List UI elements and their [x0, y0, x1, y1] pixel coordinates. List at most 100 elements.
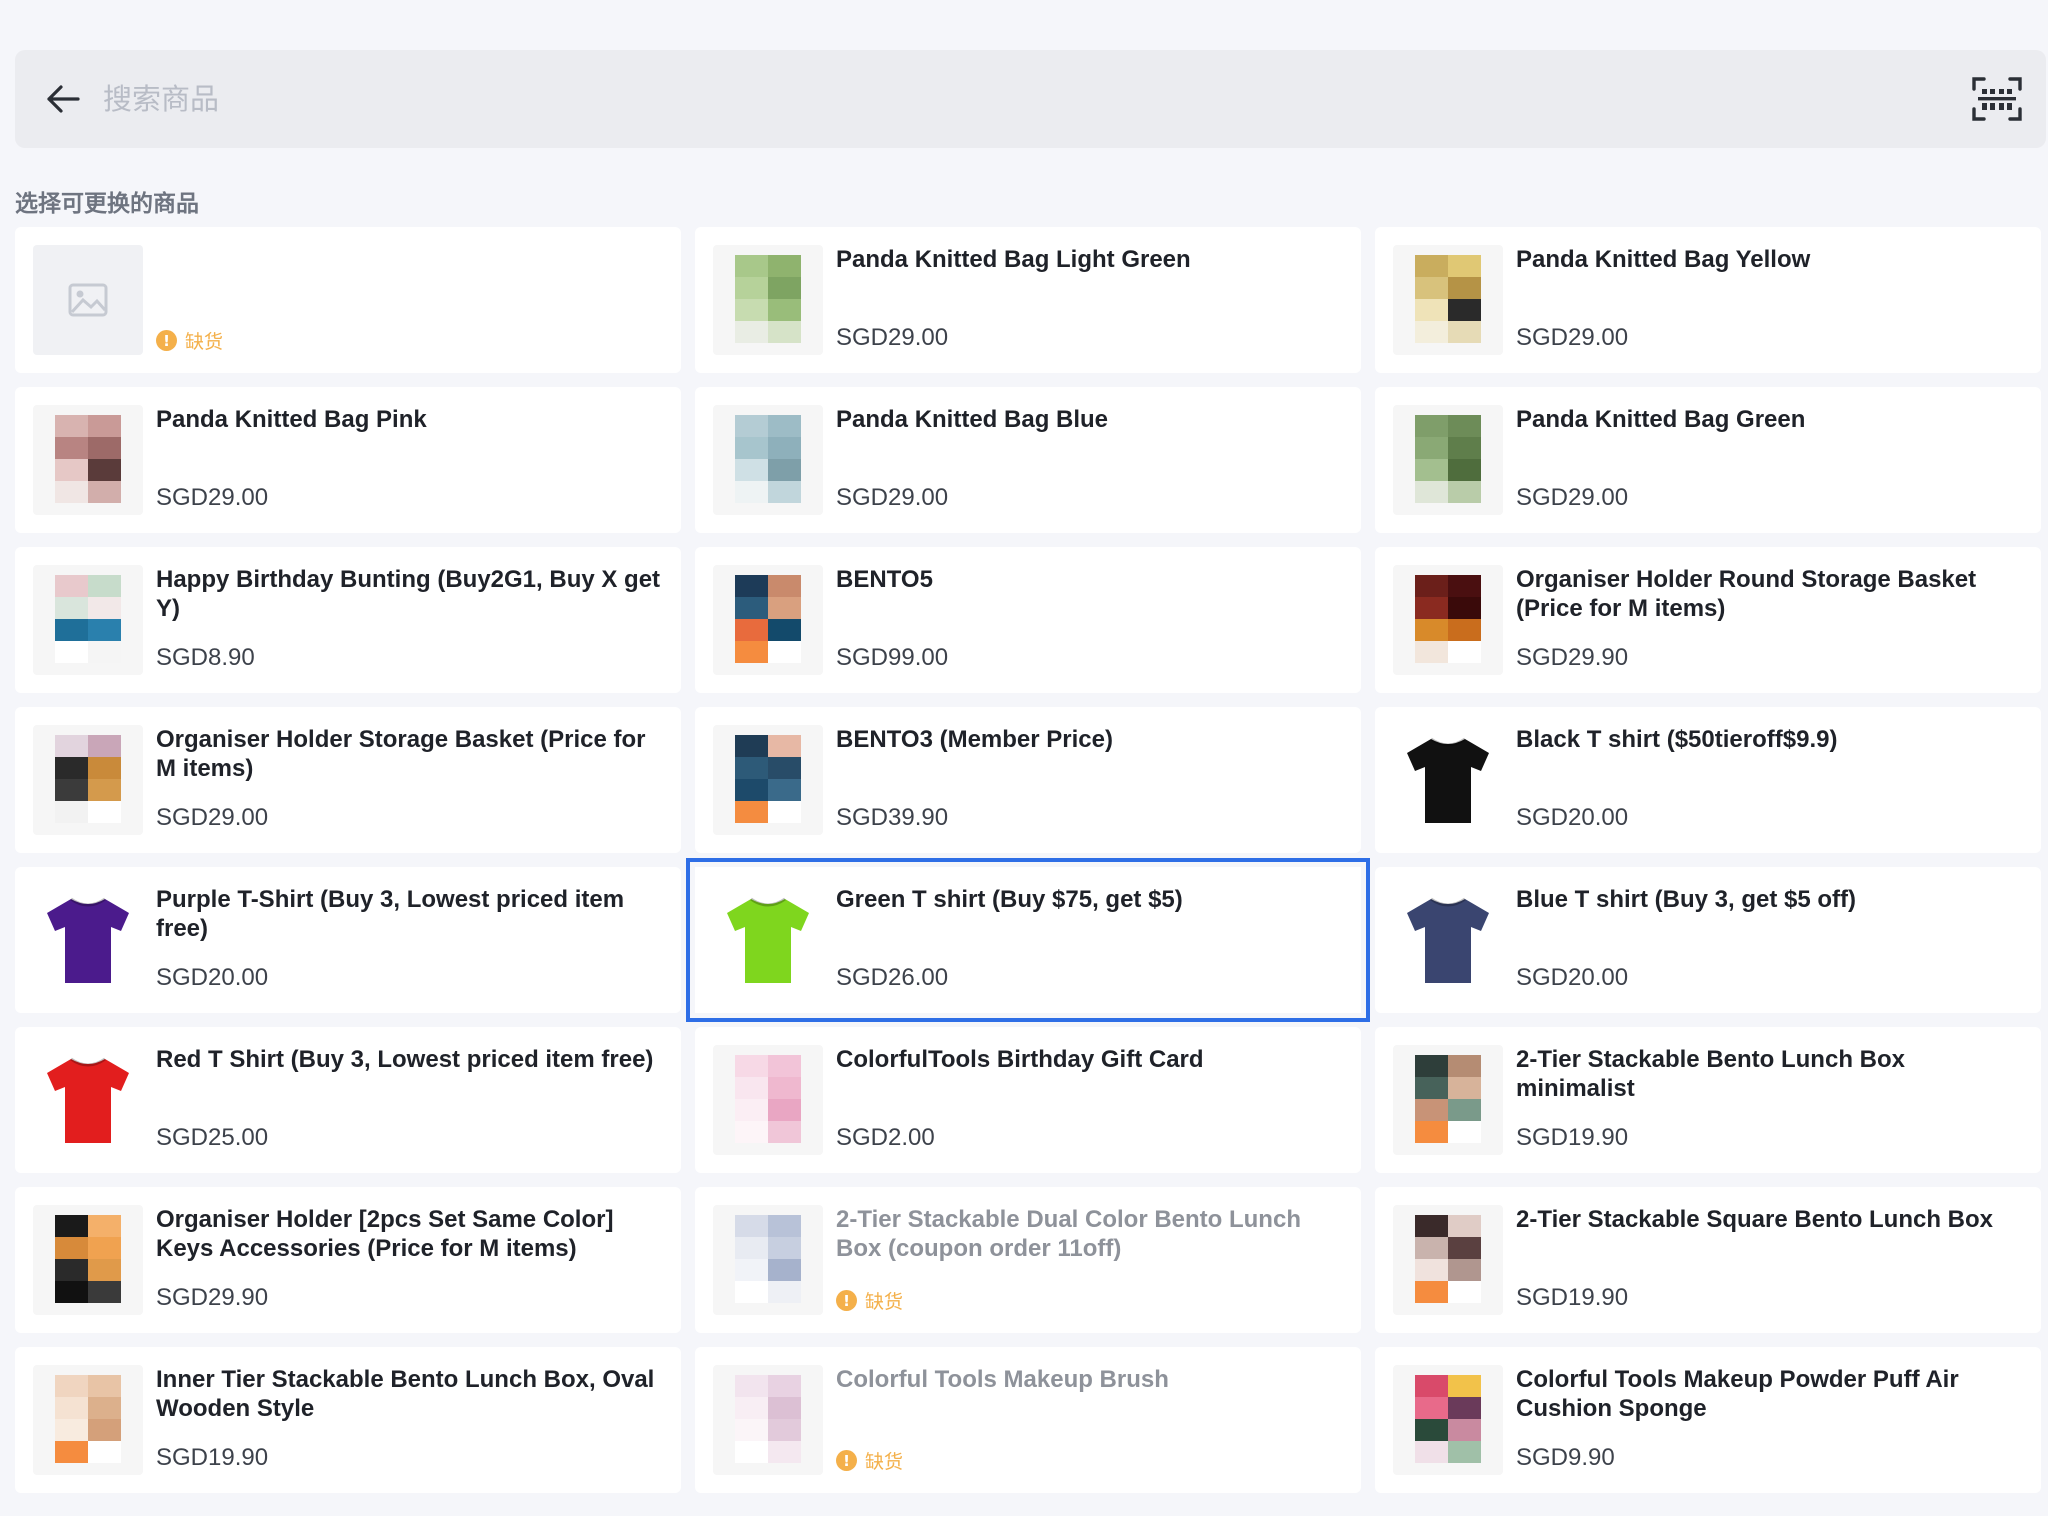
product-image — [735, 255, 801, 343]
product-image — [735, 735, 801, 823]
product-price: SGD29.00 — [1516, 324, 1629, 351]
product-name: Blue T shirt (Buy 3, get $5 off) — [1516, 886, 1857, 913]
product-price: SGD19.90 — [1516, 1124, 1629, 1151]
product-card[interactable]: Purple T-Shirt (Buy 3, Lowest priced ite… — [15, 867, 681, 1013]
product-thumbnail — [713, 245, 823, 355]
product-thumbnail — [33, 245, 143, 355]
product-image — [735, 1215, 801, 1303]
product-name: BENTO3 (Member Price) — [836, 726, 1113, 753]
product-thumbnail — [1393, 405, 1503, 515]
product-image — [735, 1375, 801, 1463]
product-name: Panda Knitted Bag Blue — [836, 406, 1109, 433]
product-thumbnail — [713, 565, 823, 675]
product-card[interactable]: ! 缺货 — [15, 227, 681, 373]
product-card[interactable]: Organiser Holder Round Storage Basket (P… — [1375, 547, 2041, 693]
product-card[interactable]: Colorful Tools Makeup Brush! 缺货 — [695, 1347, 1361, 1493]
search-input[interactable] — [101, 68, 1970, 130]
out-of-stock-label: 缺货 — [865, 1451, 904, 1473]
product-thumbnail — [33, 565, 143, 675]
tshirt-icon — [1407, 737, 1489, 823]
warning-icon: ! — [836, 1290, 857, 1311]
product-thumbnail — [33, 405, 143, 515]
product-name: Organiser Holder Storage Basket (Price f… — [156, 726, 646, 782]
product-card[interactable]: BENTO5 SGD99.00 — [695, 547, 1361, 693]
product-price: SGD26.00 — [836, 964, 949, 991]
product-name: Red T Shirt (Buy 3, Lowest priced item f… — [156, 1046, 654, 1073]
product-name: BENTO5 — [836, 566, 933, 593]
product-price: SGD20.00 — [1516, 964, 1629, 991]
product-thumbnail — [33, 725, 143, 835]
product-thumbnail — [1393, 1365, 1503, 1475]
product-thumbnail — [33, 1045, 143, 1155]
product-card[interactable]: Panda Knitted Bag Green SGD29.00 — [1375, 387, 2041, 533]
product-thumbnail — [33, 1365, 143, 1475]
product-price: SGD29.00 — [1516, 484, 1629, 511]
product-card[interactable]: Happy Birthday Bunting (Buy2G1, Buy X ge… — [15, 547, 681, 693]
product-thumbnail — [1393, 1205, 1503, 1315]
product-card[interactable]: 2-Tier Stackable Dual Color Bento Lunch … — [695, 1187, 1361, 1333]
product-card[interactable]: 2-Tier Stackable Square Bento Lunch Box S… — [1375, 1187, 2041, 1333]
product-image — [1415, 575, 1481, 663]
back-button[interactable] — [43, 79, 83, 119]
product-name: Purple T-Shirt (Buy 3, Lowest priced ite… — [156, 886, 625, 942]
product-card[interactable]: Panda Knitted Bag Yellow SGD29.00 — [1375, 227, 2041, 373]
product-card[interactable]: Blue T shirt (Buy 3, get $5 off) SGD20.00 — [1375, 867, 2041, 1013]
product-name: Panda Knitted Bag Yellow — [1516, 246, 1811, 273]
product-thumbnail — [1393, 245, 1503, 355]
tshirt-icon — [727, 897, 809, 983]
tshirt-icon — [47, 1057, 129, 1143]
product-image — [55, 575, 121, 663]
product-price: SGD29.00 — [156, 484, 269, 511]
product-card[interactable]: Inner Tier Stackable Bento Lunch Box, Ov… — [15, 1347, 681, 1493]
product-name: ColorfulTools Birthday Gift Card — [836, 1046, 1204, 1073]
section-title: 选择可更换的商品 — [15, 191, 199, 217]
product-price: SGD99.00 — [836, 644, 949, 671]
product-thumbnail — [1393, 885, 1503, 995]
product-image — [1415, 1375, 1481, 1463]
product-price: SGD8.90 — [156, 644, 255, 671]
out-of-stock-badge: ! 缺货 — [836, 1447, 903, 1474]
product-image — [1415, 1215, 1481, 1303]
product-name: Inner Tier Stackable Bento Lunch Box, Ov… — [156, 1366, 655, 1422]
product-price: SGD29.00 — [836, 324, 949, 351]
product-card[interactable]: Panda Knitted Bag Light Green SGD29.00 — [695, 227, 1361, 373]
product-image — [55, 1215, 121, 1303]
product-thumbnail — [33, 885, 143, 995]
product-price: SGD19.90 — [1516, 1284, 1629, 1311]
out-of-stock-badge: ! 缺货 — [836, 1287, 903, 1314]
product-thumbnail — [713, 1205, 823, 1315]
product-image — [735, 415, 801, 503]
product-thumbnail — [713, 1045, 823, 1155]
product-image — [1415, 1055, 1481, 1143]
out-of-stock-label: 缺货 — [185, 331, 224, 353]
warning-icon: ! — [836, 1450, 857, 1471]
product-card[interactable]: Colorful Tools Makeup Powder Puff Air Cu… — [1375, 1347, 2041, 1493]
out-of-stock-label: 缺货 — [865, 1291, 904, 1313]
product-card[interactable]: Red T Shirt (Buy 3, Lowest priced item f… — [15, 1027, 681, 1173]
product-thumbnail — [713, 1365, 823, 1475]
product-image — [55, 1375, 121, 1463]
product-name: Colorful Tools Makeup Powder Puff Air Cu… — [1516, 1366, 1959, 1422]
scan-button[interactable] — [1970, 74, 2024, 124]
product-card[interactable]: ColorfulTools Birthday Gift Card SGD2.00 — [695, 1027, 1361, 1173]
product-card[interactable]: BENTO3 (Member Price) SGD39.90 — [695, 707, 1361, 853]
image-placeholder-icon — [68, 283, 108, 317]
product-image — [55, 415, 121, 503]
product-image — [1415, 255, 1481, 343]
product-card[interactable]: Organiser Holder Storage Basket (Price f… — [15, 707, 681, 853]
product-thumbnail — [1393, 725, 1503, 835]
product-card[interactable]: 2-Tier Stackable Bento Lunch Box minimal… — [1375, 1027, 2041, 1173]
product-card[interactable]: Panda Knitted Bag Pink SGD29.00 — [15, 387, 681, 533]
product-price: SGD29.00 — [836, 484, 949, 511]
product-price: SGD29.00 — [156, 804, 269, 831]
product-card[interactable]: Organiser Holder [2pcs Set Same Color] K… — [15, 1187, 681, 1333]
product-image — [735, 1055, 801, 1143]
product-card[interactable]: Green T shirt (Buy $75, get $5) SGD26.00 — [686, 858, 1370, 1022]
product-card[interactable]: Black T shirt ($50tieroff$9.9) SGD20.00 — [1375, 707, 2041, 853]
product-thumbnail — [1393, 1045, 1503, 1155]
search-bar — [15, 50, 2046, 148]
product-card[interactable]: Panda Knitted Bag Blue SGD29.00 — [695, 387, 1361, 533]
product-name: Panda Knitted Bag Light Green — [836, 246, 1191, 273]
product-name: Green T shirt (Buy $75, get $5) — [836, 886, 1183, 913]
product-price: SGD9.90 — [1516, 1444, 1615, 1471]
